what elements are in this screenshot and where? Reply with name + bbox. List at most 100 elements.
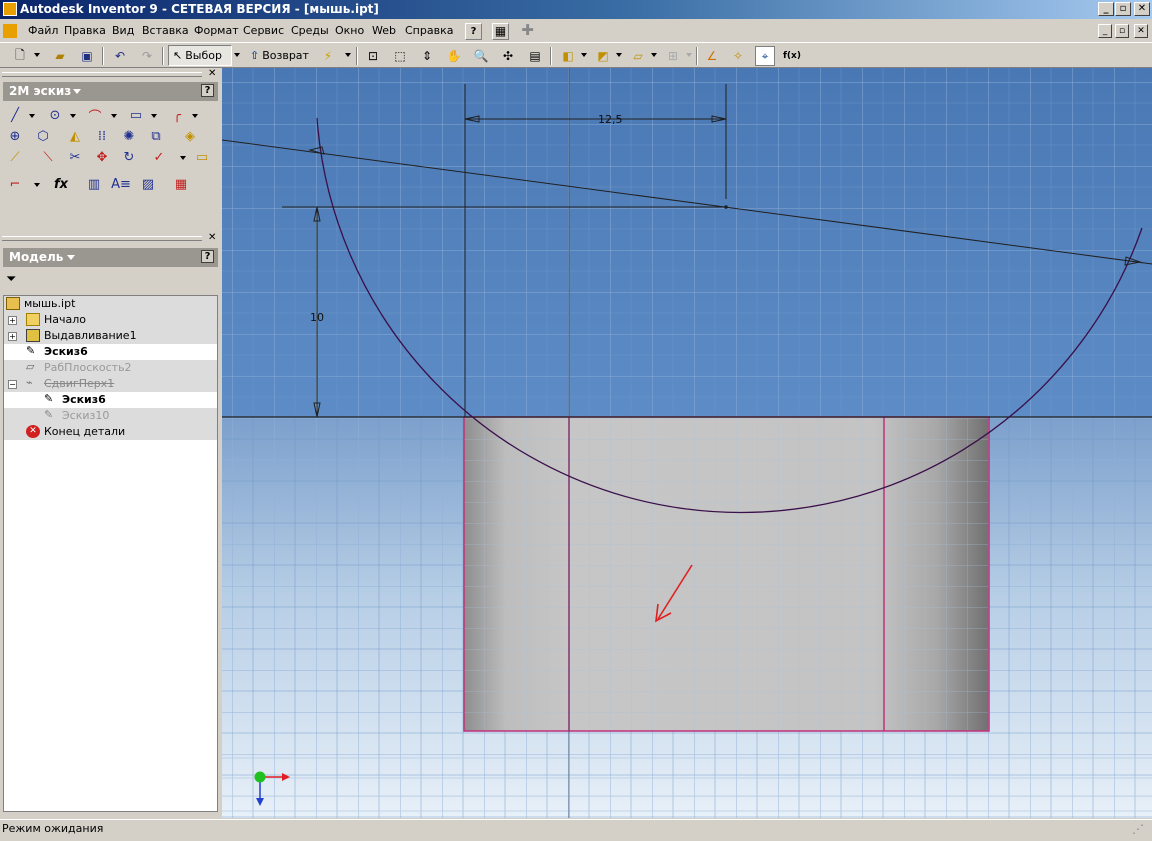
document-icon[interactable]	[3, 24, 17, 38]
model-panel-header[interactable]: Модель ?	[3, 248, 218, 267]
trim-tool-icon[interactable]: ⟍	[37, 146, 59, 168]
camera-dropdown-icon[interactable]	[616, 53, 622, 57]
look-at-icon[interactable]: ▤	[525, 46, 545, 66]
circle-tool-icon[interactable]: ⊙	[44, 104, 66, 126]
sketch-point[interactable]	[724, 205, 728, 209]
help-icon[interactable]: ?	[201, 250, 214, 263]
save-icon[interactable]: ▣	[77, 46, 97, 66]
expand-icon[interactable]: +	[8, 332, 17, 341]
pan-icon[interactable]: ✋	[444, 46, 464, 66]
tree-item-workplane[interactable]: ▱ РабПлоскость2	[4, 360, 217, 376]
show-constraints-icon[interactable]: ⌐	[4, 173, 26, 195]
menu-tools[interactable]: Сервис	[243, 24, 284, 37]
arc-tool-icon[interactable]: ⌒	[84, 104, 106, 126]
collapse-icon[interactable]: −	[8, 380, 17, 389]
help-icon[interactable]: ?	[465, 23, 482, 40]
panel-grip[interactable]	[2, 72, 202, 77]
fillet-tool-icon[interactable]: ╭	[166, 104, 188, 126]
filter-icon[interactable]: ⏷	[6, 272, 16, 287]
scissors-icon[interactable]: ✂	[64, 146, 86, 168]
tree-item-sub-sketch[interactable]: ✎ Эскиз6	[4, 392, 217, 408]
table-icon[interactable]: ▥	[83, 173, 105, 195]
grid-snap-icon[interactable]: ⌖	[755, 46, 775, 66]
help-icon[interactable]: ?	[201, 84, 214, 97]
menu-file[interactable]: Файл	[28, 24, 58, 37]
tree-item-end-of-part[interactable]: ✕ Конец детали	[4, 424, 217, 440]
sketch-panel-header[interactable]: 2М эскиз ?	[3, 82, 218, 101]
menu-web[interactable]: Web	[372, 24, 396, 37]
new-file-icon[interactable]: 🗋	[10, 46, 30, 66]
update-dropdown-icon[interactable]	[345, 53, 351, 57]
menu-environments[interactable]: Среды	[291, 24, 329, 37]
dimension-12-5[interactable]: 12,5	[598, 113, 623, 126]
select-button[interactable]: ↖ Выбор	[168, 45, 232, 66]
hatch-tool-icon[interactable]: ▦	[170, 173, 192, 195]
menu-edit[interactable]: Правка	[64, 24, 106, 37]
shadow-icon[interactable]: ▱	[628, 46, 648, 66]
restore-button[interactable]: ▫	[1115, 2, 1131, 16]
fx-icon[interactable]: fx	[50, 173, 72, 195]
dimension-10[interactable]: 10	[310, 311, 324, 324]
tree-item-extrusion[interactable]: + Выдавливание1	[4, 328, 217, 344]
expand-icon[interactable]: +	[8, 316, 17, 325]
menu-format[interactable]: Формат	[194, 24, 239, 37]
camera-icon[interactable]: ◩	[593, 46, 613, 66]
tree-item-sweep[interactable]: − ⌁ СдвигПерх1	[4, 376, 217, 392]
angle-icon[interactable]: ∠	[702, 46, 722, 66]
open-folder-icon[interactable]: ▰	[50, 46, 70, 66]
resize-grip-icon[interactable]: ⋰	[1132, 822, 1144, 836]
mirror-tool-icon[interactable]: ◭	[64, 125, 86, 147]
constraint-tool-icon[interactable]: ✓	[148, 146, 170, 168]
zoom-icon[interactable]: ⇕	[417, 46, 437, 66]
redo-icon[interactable]: ↷	[137, 46, 157, 66]
select-dropdown-icon[interactable]	[234, 53, 240, 57]
menu-help[interactable]: Справка	[405, 24, 453, 37]
tree-item-part[interactable]: мышь.ipt	[4, 296, 217, 312]
tree-item-sketch[interactable]: ✎ Эскиз6	[4, 344, 217, 360]
circular-pattern-icon[interactable]: ✺	[118, 125, 140, 147]
rotate-tool-icon[interactable]: ↻	[118, 146, 140, 168]
doc-restore-button[interactable]: ▫	[1115, 24, 1129, 38]
new-dropdown-icon[interactable]	[34, 53, 40, 57]
image-tool-icon[interactable]: ▨	[137, 173, 159, 195]
shadow-dropdown-icon[interactable]	[651, 53, 657, 57]
line-tool-icon[interactable]: ╱	[4, 104, 26, 126]
offset-tool-icon[interactable]: ⧉	[145, 125, 167, 147]
polygon-tool-icon[interactable]: ⬡	[32, 125, 54, 147]
doc-close-button[interactable]: ✕	[1134, 24, 1148, 38]
extend-tool-icon[interactable]: ⟋	[4, 146, 26, 168]
calculator-icon[interactable]: ▦	[492, 23, 509, 40]
add-icon[interactable]: ✚	[519, 23, 536, 40]
return-button[interactable]: ⇧ Возврат	[246, 45, 316, 66]
tree-item-origin[interactable]: + Начало	[4, 312, 217, 328]
parameters-icon[interactable]: f(x)	[782, 46, 802, 66]
menu-window[interactable]: Окно	[335, 24, 364, 37]
section-icon[interactable]: ⊞	[663, 46, 683, 66]
zoom-all-icon[interactable]: ⊡	[363, 46, 383, 66]
section-dropdown-icon[interactable]	[686, 53, 692, 57]
panel-grip[interactable]	[2, 236, 202, 241]
point-tool-icon[interactable]: ⊕	[4, 125, 26, 147]
rotate-icon[interactable]: ✣	[498, 46, 518, 66]
close-button[interactable]: ✕	[1134, 2, 1150, 16]
model-panel-close-icon[interactable]: ✕	[208, 232, 216, 243]
rectangle-tool-icon[interactable]: ▭	[125, 104, 147, 126]
text-tool-icon[interactable]: A≡	[110, 173, 132, 195]
doc-minimize-button[interactable]: _	[1098, 24, 1112, 38]
tree-item-sub-sketch-10[interactable]: ✎ Эскиз10	[4, 408, 217, 424]
sketch-panel-close-icon[interactable]: ✕	[208, 68, 216, 79]
dimension-tool-icon[interactable]: ▭	[191, 146, 213, 168]
constraint-icon[interactable]: ✧	[728, 46, 748, 66]
viewport-canvas[interactable]: 12,5 10	[222, 68, 1152, 818]
menu-insert[interactable]: Вставка	[142, 24, 189, 37]
zoom-selected-icon[interactable]: 🔍	[471, 46, 491, 66]
minimize-button[interactable]: _	[1098, 2, 1114, 16]
display-dropdown-icon[interactable]	[581, 53, 587, 57]
pattern-tool-icon[interactable]: ⁞⁞	[91, 125, 113, 147]
project-tool-icon[interactable]: ◈	[179, 125, 201, 147]
move-tool-icon[interactable]: ✥	[91, 146, 113, 168]
graphics-viewport[interactable]: 12,5 10	[222, 68, 1152, 818]
undo-icon[interactable]: ↶	[110, 46, 130, 66]
zoom-window-icon[interactable]: ⬚	[390, 46, 410, 66]
display-mode-icon[interactable]: ◧	[558, 46, 578, 66]
